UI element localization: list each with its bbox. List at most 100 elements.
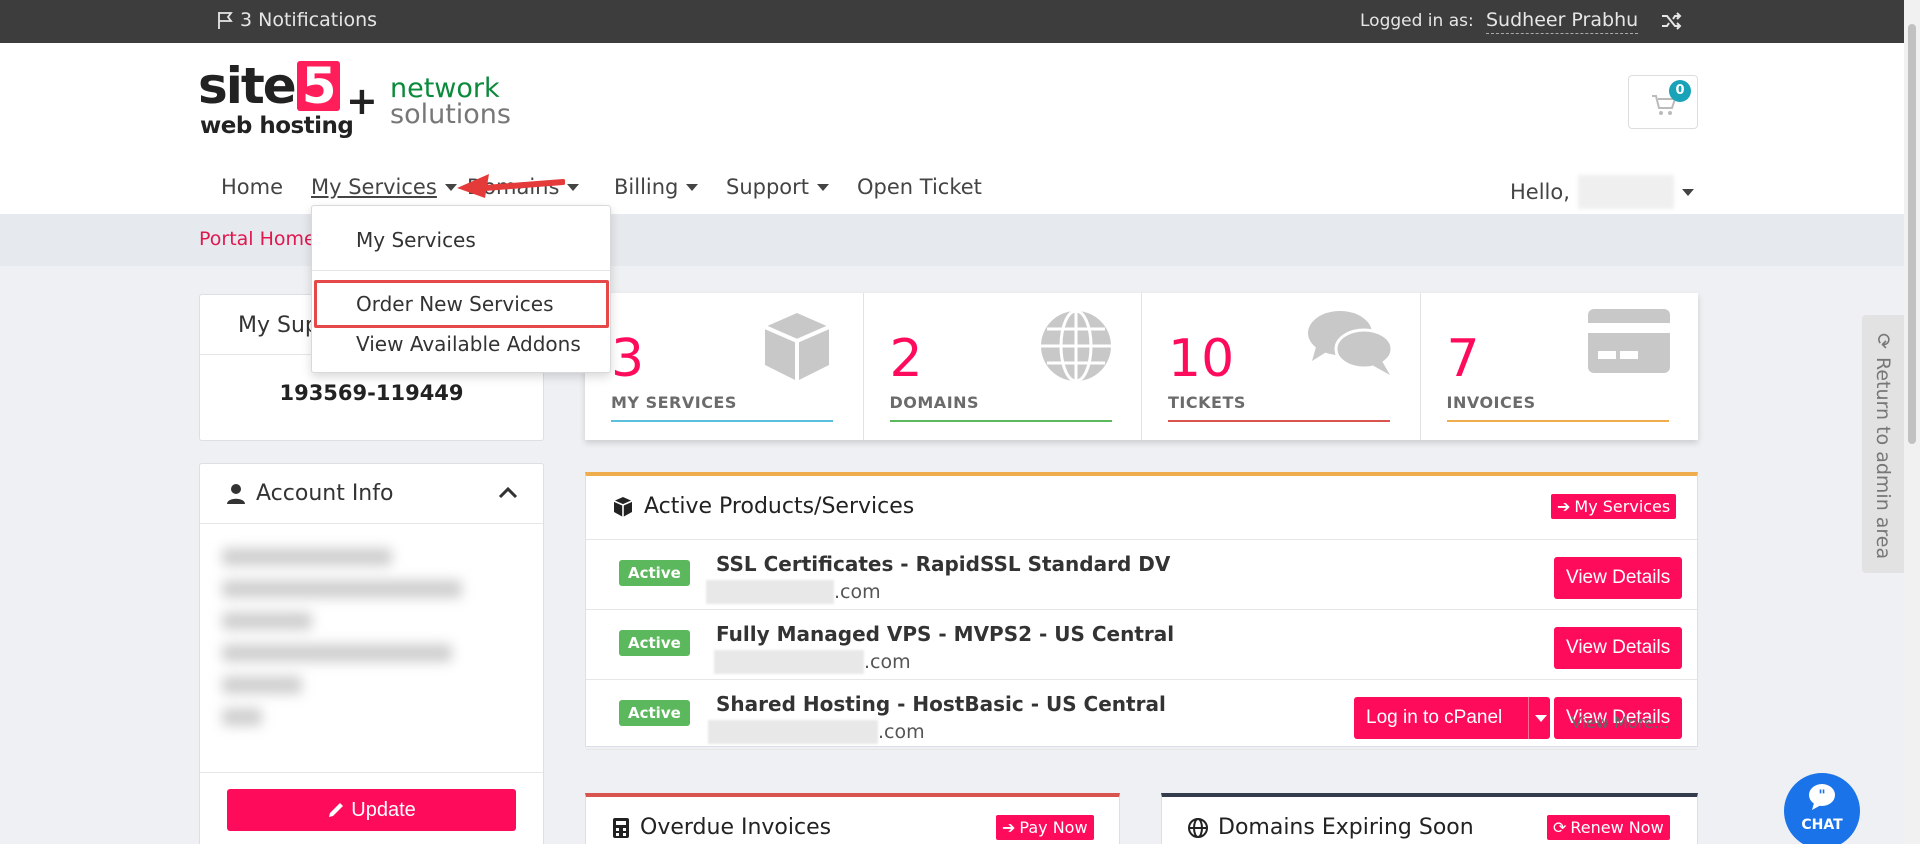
return-to-admin-tab[interactable]: ⟳ Return to admin area <box>1862 315 1904 573</box>
nav-billing-label: Billing <box>614 175 679 199</box>
product-name[interactable]: Fully Managed VPS - MVPS2 - US Central <box>716 622 1174 646</box>
breadcrumb: Portal Home <box>0 214 1904 266</box>
active-products-title: Active Products/Services <box>612 494 914 519</box>
tile-domains[interactable]: 2 DOMAINS <box>864 293 1142 440</box>
tile-underline <box>611 420 833 422</box>
breadcrumb-portal-home[interactable]: Portal Home <box>199 228 316 250</box>
user-icon <box>227 483 245 504</box>
nav-support[interactable]: Support <box>726 175 830 199</box>
redacted-domain <box>714 650 864 674</box>
chat-button[interactable]: " CHAT <box>1784 773 1860 844</box>
domain-suffix: .com <box>864 651 911 673</box>
return-to-admin-text: Return to admin area <box>1872 356 1894 560</box>
nav-open-ticket-label: Open Ticket <box>857 175 982 199</box>
tile-value: 7 <box>1446 329 1480 389</box>
refresh-icon: ⟳ <box>1553 818 1567 837</box>
renew-now-button-label: Renew Now <box>1570 818 1664 837</box>
overdue-invoices-title-text: Overdue Invoices <box>640 815 832 840</box>
nav-home[interactable]: Home <box>221 175 283 199</box>
caret-down-icon <box>1535 714 1547 722</box>
svg-text:": " <box>1818 788 1825 804</box>
nav-my-services[interactable]: My Services <box>311 175 457 199</box>
page-scrollbar[interactable] <box>1904 0 1920 844</box>
globe-icon <box>1188 817 1208 838</box>
table-row: Active Shared Hosting - HostBasic - US C… <box>586 680 1697 750</box>
cpanel-dropdown-toggle[interactable] <box>1528 697 1550 739</box>
logo-plus: + <box>346 79 378 123</box>
caret-down-icon <box>567 183 580 191</box>
pencil-icon <box>329 803 344 817</box>
view-more-link[interactable]: View More... <box>1571 713 1669 732</box>
domains-expiring-title-text: Domains Expiring Soon <box>1218 815 1474 840</box>
dropdown-item-view-available-addons[interactable]: View Available Addons <box>356 332 581 356</box>
refresh-icon: ⟳ <box>1872 333 1894 349</box>
logo-solutions: solutions <box>390 99 511 130</box>
site5-logo[interactable]: site 5 <box>198 61 340 111</box>
view-details-button[interactable]: View Details <box>1554 557 1683 599</box>
dropdown-item-order-new-services[interactable]: Order New Services <box>356 292 554 316</box>
status-badge: Active <box>619 700 690 726</box>
caret-down-icon <box>686 183 699 191</box>
nav-open-ticket[interactable]: Open Ticket <box>857 175 982 199</box>
return-to-admin-label: ⟳ Return to admin area <box>1872 333 1894 559</box>
my-services-button[interactable]: ➔ My Services <box>1551 494 1677 519</box>
pay-now-button[interactable]: ➔ Pay Now <box>996 815 1094 840</box>
redacted-domain <box>706 580 834 604</box>
domain-suffix: .com <box>834 581 881 603</box>
calculator-icon <box>613 817 629 838</box>
redacted-name <box>1577 175 1674 209</box>
product-name[interactable]: Shared Hosting - HostBasic - US Central <box>716 692 1166 716</box>
dropdown-item-my-services[interactable]: My Services <box>356 228 476 252</box>
account-info-panel: Account Info Update <box>199 463 544 844</box>
logo-web-hosting: web hosting <box>200 113 354 139</box>
my-services-dropdown: My Services Order New Services View Avai… <box>311 205 611 373</box>
globe-icon <box>1041 309 1111 383</box>
tile-invoices[interactable]: 7 INVOICES <box>1421 293 1699 440</box>
logo-network: network <box>390 73 500 104</box>
status-badge: Active <box>619 560 690 586</box>
table-row: Active SSL Certificates - RapidSSL Stand… <box>586 540 1697 610</box>
overdue-invoices-panel: Overdue Invoices ➔ Pay Now <box>585 793 1120 844</box>
logged-in-user[interactable]: Sudheer Prabhu <box>1486 9 1639 34</box>
tile-value: 3 <box>611 329 645 389</box>
stats-tiles: 3 MY SERVICES 2 DOMAINS 10 TICKETS 7 INV… <box>585 293 1698 440</box>
tile-my-services[interactable]: 3 MY SERVICES <box>585 293 864 440</box>
annotation-arrow-icon <box>457 174 565 198</box>
site-header: site 5 web hosting + network solutions 0 … <box>0 43 1904 214</box>
chevron-up-icon[interactable] <box>497 484 519 500</box>
tile-tickets[interactable]: 10 TICKETS <box>1142 293 1421 440</box>
notifications-link[interactable]: 3 Notifications <box>216 9 377 31</box>
renew-now-button[interactable]: ⟳ Renew Now <box>1547 815 1670 840</box>
scrollbar-thumb[interactable] <box>1908 24 1916 444</box>
logo-site-text: site <box>198 57 297 115</box>
product-name[interactable]: SSL Certificates - RapidSSL Standard DV <box>716 552 1170 576</box>
domains-expiring-panel: Domains Expiring Soon ⟳ Renew Now <box>1161 793 1698 844</box>
cpanel-login-button[interactable]: Log in to cPanel <box>1354 697 1528 739</box>
tile-underline <box>1168 420 1390 422</box>
nav-billing[interactable]: Billing <box>614 175 699 199</box>
logged-in-label: Logged in as: <box>1360 11 1474 31</box>
shuffle-icon[interactable] <box>1660 10 1682 32</box>
arrow-right-icon: ➔ <box>1002 818 1016 837</box>
chat-label: CHAT <box>1801 817 1843 833</box>
overdue-invoices-title: Overdue Invoices <box>612 815 831 840</box>
redacted-domain <box>708 720 878 744</box>
update-button-label: Update <box>351 798 416 821</box>
cart-count-badge: 0 <box>1669 80 1691 102</box>
notifications-label: 3 Notifications <box>240 9 378 31</box>
cart-button[interactable]: 0 <box>1628 75 1698 129</box>
update-button[interactable]: Update <box>227 789 516 831</box>
nav-support-label: Support <box>726 175 810 199</box>
user-menu[interactable]: Hello, <box>1510 175 1694 209</box>
status-badge: Active <box>619 630 690 656</box>
active-products-header: Active Products/Services ➔ My Services <box>586 476 1697 540</box>
active-products-title-text: Active Products/Services <box>644 494 915 519</box>
admin-top-bar: 3 Notifications Logged in as: Sudheer Pr… <box>0 0 1904 43</box>
cube-icon <box>613 496 633 517</box>
support-pin-value: 193569-119449 <box>279 381 464 405</box>
tile-label: MY SERVICES <box>611 393 737 412</box>
account-info-title: Account Info <box>256 481 394 506</box>
account-info-header[interactable]: Account Info <box>200 464 543 524</box>
tile-label: DOMAINS <box>889 393 980 412</box>
view-details-button[interactable]: View Details <box>1554 627 1683 669</box>
